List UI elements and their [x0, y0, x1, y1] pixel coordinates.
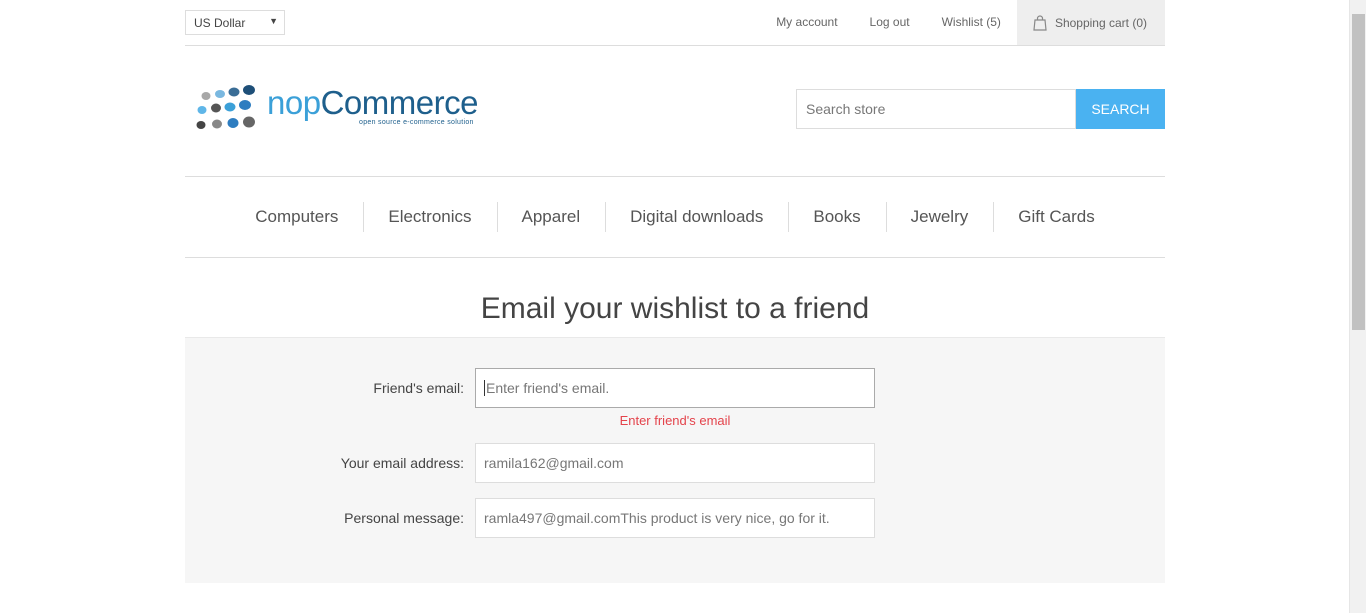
header-lower: nopCommerce open source e-commerce solut… [185, 46, 1165, 176]
store-logo[interactable]: nopCommerce open source e-commerce solut… [189, 82, 494, 134]
menu-item-books[interactable]: Books [788, 202, 885, 232]
your-email-row: Your email address: ramila162@gmail.com [185, 443, 1165, 483]
search-box: Search store SEARCH [796, 89, 1165, 129]
page: US Dollar ▼ My account Log out Wishlist … [0, 0, 1366, 613]
dropdown-arrow-icon: ▼ [269, 16, 278, 26]
your-email-label: Your email address: [340, 455, 464, 471]
personal-message-input[interactable]: ramla497@gmail.comThis product is very n… [475, 498, 875, 538]
your-email-input[interactable]: ramila162@gmail.com [475, 443, 875, 483]
my-account-link[interactable]: My account [760, 0, 853, 45]
currency-value: US Dollar [194, 16, 246, 30]
friends-email-input[interactable]: Enter friend's email. [475, 368, 875, 408]
header-links: My account Log out Wishlist (5) Shopping… [760, 0, 1165, 45]
menu-item-apparel[interactable]: Apparel [496, 202, 606, 232]
wishlist-link[interactable]: Wishlist (5) [926, 0, 1017, 45]
text-caret [484, 380, 485, 396]
log-out-link[interactable]: Log out [854, 0, 926, 45]
friends-email-label: Friend's email: [373, 380, 464, 396]
top-menu: Computers Electronics Apparel Digital do… [185, 176, 1165, 258]
menu-item-jewelry[interactable]: Jewelry [885, 202, 994, 232]
friends-email-row: Friend's email: Enter friend's email. [185, 368, 1165, 408]
shopping-cart-label: Shopping cart (0) [1054, 15, 1147, 30]
friends-email-error: Enter friend's email [619, 413, 731, 428]
page-container: US Dollar ▼ My account Log out Wishlist … [185, 0, 1165, 583]
menu-item-gift-cards[interactable]: Gift Cards [993, 202, 1120, 232]
menu-item-electronics[interactable]: Electronics [363, 202, 496, 232]
page-title: Email your wishlist to a friend [480, 292, 870, 325]
search-button[interactable]: SEARCH [1076, 89, 1165, 129]
email-wishlist-form: Friend's email: Enter friend's email. En… [185, 337, 1165, 583]
logo-dots-icon [196, 85, 255, 129]
logo-tagline: open source e-commerce solution [359, 119, 474, 126]
header-upper: US Dollar ▼ My account Log out Wishlist … [185, 0, 1165, 46]
shopping-cart-link[interactable]: Shopping cart (0) [1016, 0, 1165, 45]
menu-item-computers[interactable]: Computers [230, 202, 363, 232]
search-input[interactable]: Search store [796, 89, 1076, 129]
personal-message-label: Personal message: [344, 510, 464, 526]
scrollbar-thumb[interactable] [1352, 14, 1365, 330]
personal-message-row: Personal message: ramla497@gmail.comThis… [185, 498, 1165, 538]
menu-item-digital-downloads[interactable]: Digital downloads [605, 202, 788, 232]
friends-email-placeholder: Enter friend's email. [486, 380, 610, 396]
currency-selector[interactable]: US Dollar ▼ [185, 10, 285, 35]
shopping-bag-icon [1033, 14, 1047, 31]
vertical-scrollbar[interactable] [1349, 0, 1366, 613]
logo-wordmark: nopCommerce [267, 84, 478, 121]
